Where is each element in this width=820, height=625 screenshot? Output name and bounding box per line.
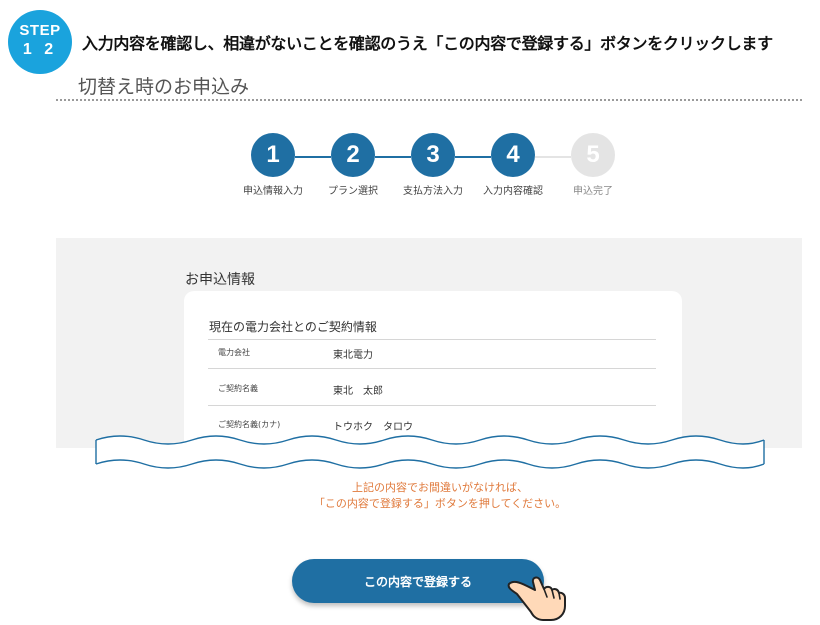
- progress-step-2-label: プラン選択: [328, 186, 378, 197]
- progress-step-4-label: 入力内容確認: [483, 186, 543, 197]
- progress-line-4-5: [535, 156, 571, 158]
- row-value-power-company: 東北電力: [333, 350, 373, 361]
- content-cutoff-wave: [95, 435, 765, 469]
- progress-line-1-2: [295, 156, 331, 158]
- title-divider: [56, 99, 802, 101]
- confirmation-notice-line-1: 上記の内容でお間違いがなければ、: [352, 481, 528, 494]
- application-heading: お申込情報: [185, 272, 255, 288]
- row-label-contract-name-kana: ご契約名義(カナ): [218, 420, 281, 429]
- row-divider: [208, 368, 656, 369]
- row-label-power-company: 電力会社: [218, 348, 250, 357]
- page-title: 切替え時のお申込み: [78, 76, 250, 98]
- row-label-contract-name: ご契約名義: [218, 384, 258, 393]
- progress-step-5-label: 申込完了: [573, 186, 613, 197]
- progress-step-5: 5: [571, 133, 615, 177]
- pointing-hand-icon: [507, 576, 566, 621]
- instruction-text: 入力内容を確認し、相違がないことを確認のうえ「この内容で登録する」ボタンをクリッ…: [82, 34, 773, 53]
- progress-step-1-label: 申込情報入力: [243, 186, 303, 197]
- step-badge: STEP 1 2: [8, 10, 72, 74]
- progress-step-2: 2: [331, 133, 375, 177]
- progress-line-3-4: [455, 156, 491, 158]
- progress-step-1: 1: [251, 133, 295, 177]
- progress-step-3-label: 支払方法入力: [403, 186, 463, 197]
- progress-line-2-3: [375, 156, 411, 158]
- step-badge-number: 1 2: [22, 41, 58, 58]
- progress-step-3: 3: [411, 133, 455, 177]
- row-divider: [208, 405, 656, 406]
- progress-step-4: 4: [491, 133, 535, 177]
- contract-info-heading: 現在の電力会社とのご契約情報: [209, 320, 377, 334]
- step-badge-label: STEP: [19, 22, 61, 39]
- row-divider: [208, 339, 656, 340]
- row-value-contract-name: 東北 太郎: [333, 386, 383, 397]
- confirmation-notice-line-2: 「この内容で登録する」ボタンを押してください。: [313, 497, 567, 510]
